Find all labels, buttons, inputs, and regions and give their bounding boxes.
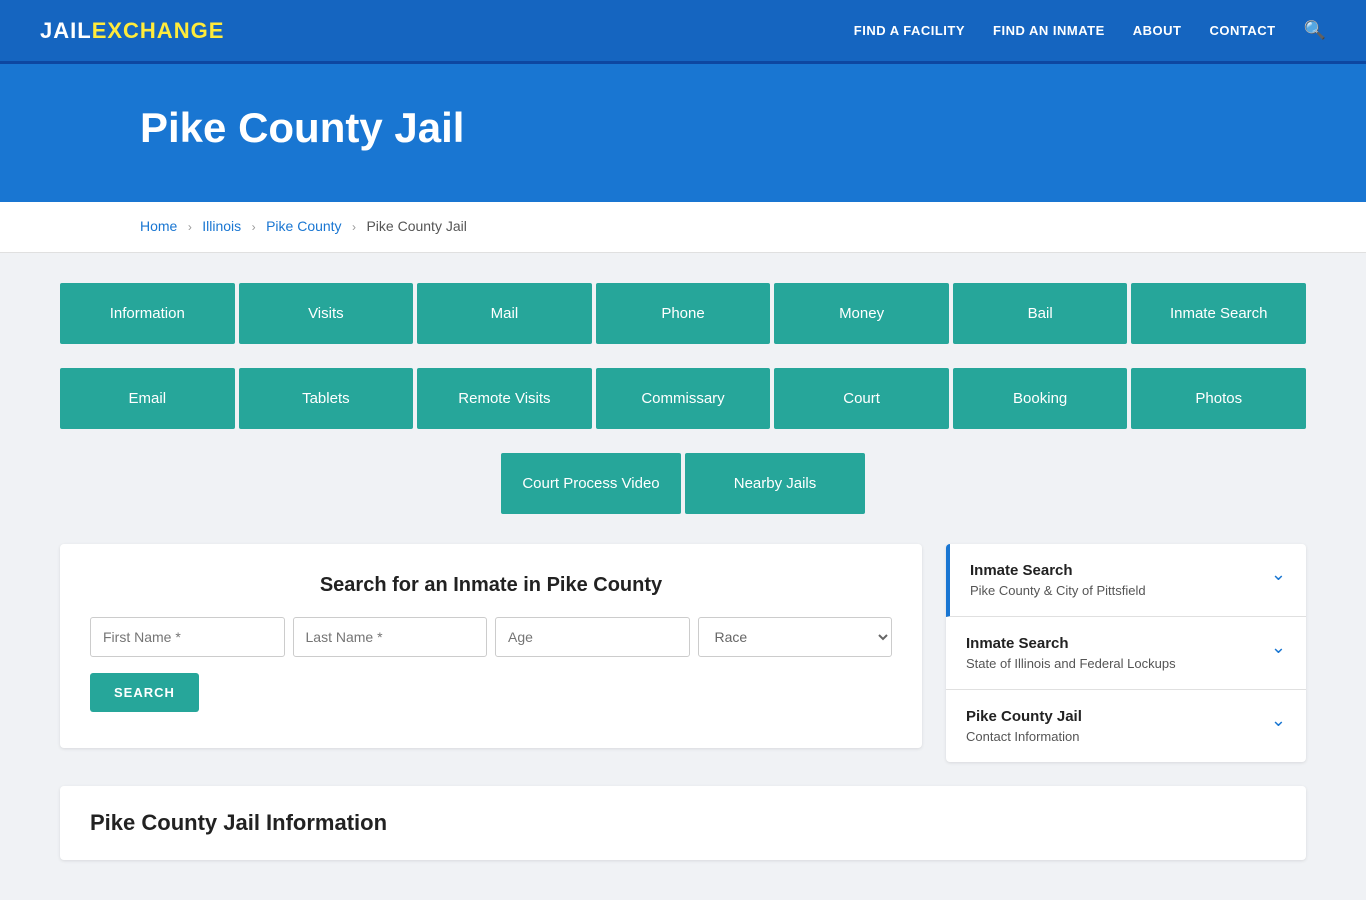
btn-court-process-video[interactable]: Court Process Video: [501, 453, 681, 514]
breadcrumb-sep-3: ›: [352, 220, 356, 234]
btn-phone[interactable]: Phone: [596, 283, 771, 344]
sidebar-item-contact-info[interactable]: Pike County Jail Contact Information ⌄: [946, 690, 1306, 762]
breadcrumb-sep-1: ›: [188, 220, 192, 234]
button-grid-row3: Court Process Video Nearby Jails: [60, 453, 1306, 514]
search-inputs: Race White Black Hispanic Asian Other: [90, 617, 892, 657]
btn-email[interactable]: Email: [60, 368, 235, 429]
age-input[interactable]: [495, 617, 690, 657]
btn-remote-visits[interactable]: Remote Visits: [417, 368, 592, 429]
btn-visits[interactable]: Visits: [239, 283, 414, 344]
btn-inmate-search[interactable]: Inmate Search: [1131, 283, 1306, 344]
btn-bail[interactable]: Bail: [953, 283, 1128, 344]
sidebar-item-text-3: Pike County Jail Contact Information: [966, 708, 1082, 744]
inmate-search-box: Search for an Inmate in Pike County Race…: [60, 544, 922, 748]
logo-exchange: EXCHANGE: [92, 18, 225, 44]
breadcrumb: Home › Illinois › Pike County › Pike Cou…: [0, 202, 1366, 253]
sidebar-item-inmate-search-state[interactable]: Inmate Search State of Illinois and Fede…: [946, 617, 1306, 690]
sidebar-label-1: Inmate Search: [970, 562, 1146, 579]
page-title: Pike County Jail: [140, 104, 1326, 152]
sidebar-item-text-1: Inmate Search Pike County & City of Pitt…: [970, 562, 1146, 598]
nav-about[interactable]: ABOUT: [1133, 23, 1182, 38]
last-name-input[interactable]: [293, 617, 488, 657]
sidebar-sub-3: Contact Information: [966, 729, 1082, 744]
logo-jail: JAIL: [40, 18, 92, 44]
btn-tablets[interactable]: Tablets: [239, 368, 414, 429]
chevron-icon-2: ⌄: [1271, 637, 1286, 658]
breadcrumb-home[interactable]: Home: [140, 218, 177, 234]
btn-booking[interactable]: Booking: [953, 368, 1128, 429]
btn-money[interactable]: Money: [774, 283, 949, 344]
sidebar-label-3: Pike County Jail: [966, 708, 1082, 725]
main-content: Information Visits Mail Phone Money Bail…: [0, 253, 1366, 900]
search-icon: 🔍: [1304, 20, 1326, 41]
sidebar: Inmate Search Pike County & City of Pitt…: [946, 544, 1306, 762]
chevron-icon-1: ⌄: [1271, 564, 1286, 585]
two-col-layout: Search for an Inmate in Pike County Race…: [60, 544, 1306, 762]
breadcrumb-pike-county[interactable]: Pike County: [266, 218, 341, 234]
breadcrumb-current: Pike County Jail: [366, 218, 466, 234]
btn-nearby-jails[interactable]: Nearby Jails: [685, 453, 865, 514]
btn-information[interactable]: Information: [60, 283, 235, 344]
first-name-input[interactable]: [90, 617, 285, 657]
nav-find-facility[interactable]: FIND A FACILITY: [854, 23, 965, 38]
sidebar-sub-2: State of Illinois and Federal Lockups: [966, 656, 1176, 671]
race-select[interactable]: Race White Black Hispanic Asian Other: [698, 617, 893, 657]
button-grid-row1: Information Visits Mail Phone Money Bail…: [60, 283, 1306, 344]
btn-photos[interactable]: Photos: [1131, 368, 1306, 429]
main-nav: FIND A FACILITY FIND AN INMATE ABOUT CON…: [854, 20, 1326, 41]
sidebar-sub-1: Pike County & City of Pittsfield: [970, 583, 1146, 598]
button-grid-row2: Email Tablets Remote Visits Commissary C…: [60, 368, 1306, 429]
breadcrumb-sep-2: ›: [252, 220, 256, 234]
sidebar-item-text-2: Inmate Search State of Illinois and Fede…: [966, 635, 1176, 671]
bottom-info-section: Pike County Jail Information: [60, 786, 1306, 860]
sidebar-label-2: Inmate Search: [966, 635, 1176, 652]
header: JAILEXCHANGE FIND A FACILITY FIND AN INM…: [0, 0, 1366, 64]
nav-find-inmate[interactable]: FIND AN INMATE: [993, 23, 1105, 38]
search-button[interactable]: SEARCH: [90, 673, 199, 712]
btn-commissary[interactable]: Commissary: [596, 368, 771, 429]
search-icon-button[interactable]: 🔍: [1304, 20, 1326, 41]
nav-contact[interactable]: CONTACT: [1209, 23, 1275, 38]
breadcrumb-illinois[interactable]: Illinois: [202, 218, 241, 234]
hero-section: Pike County Jail: [0, 64, 1366, 202]
btn-court[interactable]: Court: [774, 368, 949, 429]
btn-mail[interactable]: Mail: [417, 283, 592, 344]
chevron-icon-3: ⌄: [1271, 710, 1286, 731]
logo[interactable]: JAILEXCHANGE: [40, 18, 224, 44]
search-title: Search for an Inmate in Pike County: [90, 574, 892, 597]
sidebar-item-inmate-search-pike[interactable]: Inmate Search Pike County & City of Pitt…: [946, 544, 1306, 617]
bottom-title: Pike County Jail Information: [90, 810, 1276, 836]
